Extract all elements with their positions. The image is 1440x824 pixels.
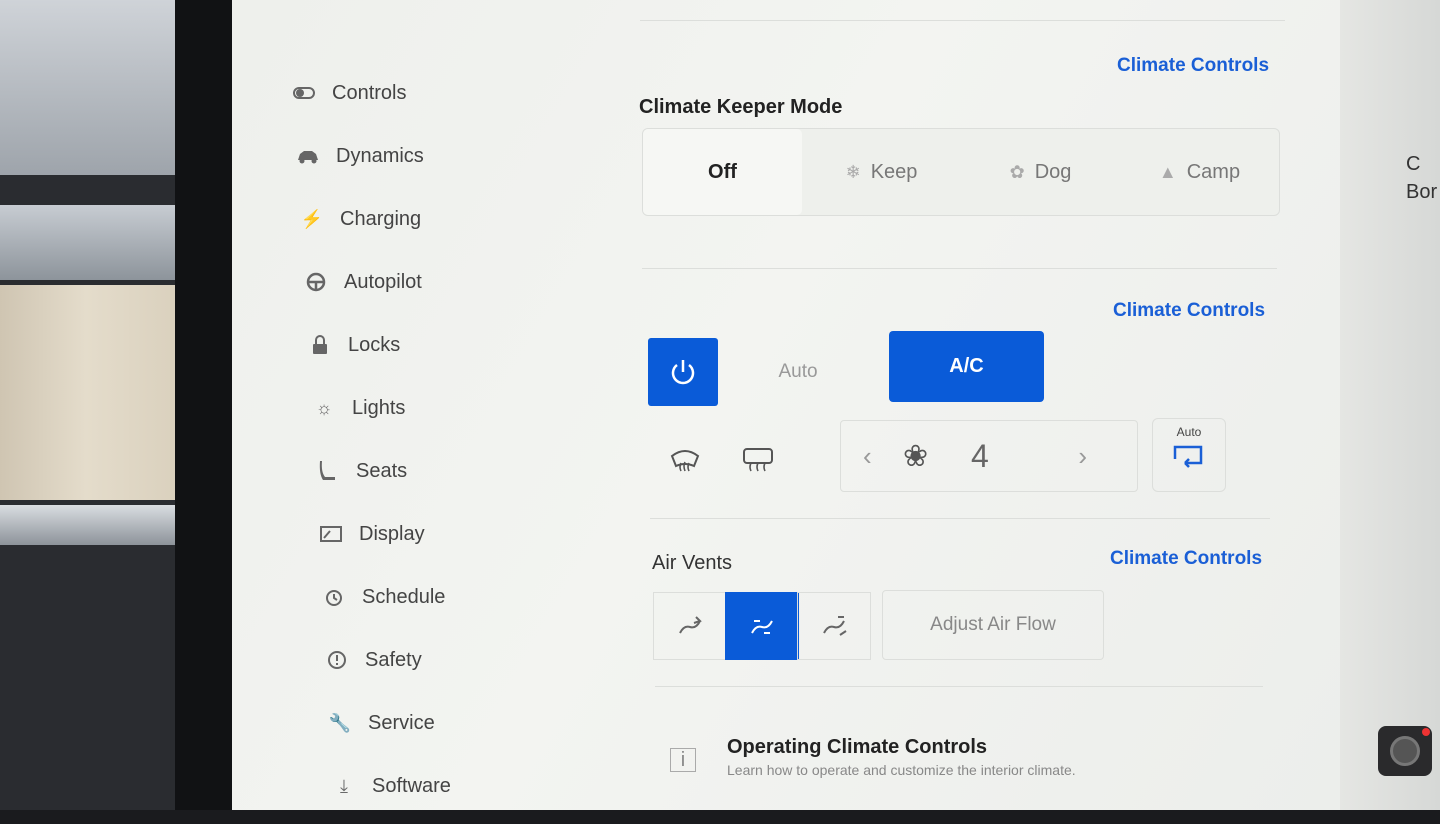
sidebar-item-label: Lights [352,396,406,419]
info-icon: i [670,748,696,772]
tent-icon: ▲ [1158,161,1177,182]
keeper-option-camp[interactable]: ▲ Camp [1120,129,1279,215]
sidebar-item-safety[interactable]: Safety [323,635,490,685]
seat-icon [314,460,342,482]
sidebar-item-seats[interactable]: Seats [314,446,490,496]
sidebar-item-label: Schedule [362,585,446,608]
sidebar-item-controls[interactable]: Controls [290,68,490,118]
option-label: Dog [1034,160,1072,183]
sidebar-item-label: Dynamics [336,144,424,167]
sidebar-item-label: Seats [356,459,408,482]
car-icon [294,148,322,164]
display-icon [317,526,345,542]
front-defrost-button[interactable] [665,440,705,480]
light-icon: ☼ [315,397,333,418]
sidebar-item-dynamics[interactable]: Dynamics [294,131,490,181]
power-icon [671,360,695,385]
help-subtitle: Learn how to operate and customize the i… [727,762,1076,778]
climate-controls-link[interactable]: Climate Controls [1110,548,1262,570]
download-icon: ⤓ [340,775,348,796]
sidebar-item-label: Display [359,522,425,545]
lock-icon [306,335,334,355]
sidebar-item-label: Charging [340,207,422,230]
help-title[interactable]: Operating Climate Controls [727,736,987,759]
sidebar-item-display[interactable]: Display [317,509,490,559]
fan-icon: ❄ [845,161,861,182]
option-label: Keep [870,160,918,183]
vent-mode-diffused-button[interactable] [797,592,871,660]
vent-mode-icon [823,616,847,636]
dashcam-button[interactable] [1378,726,1432,776]
camera-lens-icon [1390,736,1420,766]
steering-wheel-icon [302,272,330,292]
alert-icon [323,650,351,670]
edge-text-line2: Bor [1406,181,1438,203]
climate-auto-button[interactable]: Auto [728,338,868,406]
bolt-icon: ⚡ [300,208,324,229]
section-divider [640,20,1285,21]
rear-defrost-button[interactable] [738,440,778,480]
climate-keeper-mode-selector: Off ❄ Keep ✿ Dog ▲ Camp [642,128,1280,216]
sidebar-item-label: Controls [332,81,407,104]
section-divider [650,518,1270,519]
sidebar-item-software[interactable]: ⤓ Software [330,761,490,811]
fan-speed-control: ‹ ❀ 4 › [840,420,1138,492]
sidebar-item-charging[interactable]: ⚡ Charging [298,194,490,244]
recirculation-button[interactable]: Auto [1152,418,1226,492]
edge-text: C Bor [1406,150,1437,206]
settings-sidebar: Controls Dynamics ⚡ Charging Autopilot L… [290,68,490,824]
climate-controls-link[interactable]: Climate Controls [1113,300,1265,322]
front-defrost-icon [670,450,700,472]
sidebar-item-label: Locks [348,333,401,356]
ac-button[interactable]: A/C [889,331,1044,402]
fan-increase-button[interactable]: › [1078,441,1087,472]
sidebar-item-schedule[interactable]: Schedule [320,572,490,622]
section-divider [642,268,1277,269]
climate-controls-link[interactable]: Climate Controls [1117,55,1269,77]
vent-mode-icon [679,616,702,634]
option-label: Camp [1186,160,1241,183]
edge-text-line1: C [1406,153,1421,175]
toggle-icon [290,86,318,100]
adjust-air-flow-button[interactable]: Adjust Air Flow [882,590,1104,660]
vent-mode-split-button[interactable] [725,592,799,660]
sidebar-item-locks[interactable]: Locks [306,320,490,370]
sidebar-item-lights[interactable]: ☼ Lights [310,383,490,433]
sidebar-item-service[interactable]: 🔧 Service [326,698,490,748]
option-label: Off [708,160,737,183]
keeper-option-keep[interactable]: ❄ Keep [802,129,961,215]
vent-mode-icon [751,620,773,634]
fan-speed-value: 4 [971,438,989,474]
fan-decrease-button[interactable]: ‹ [863,441,872,472]
sidebar-item-label: Autopilot [344,270,422,293]
wrench-icon: 🔧 [328,712,352,733]
rear-defrost-icon [743,448,773,472]
fan-icon: ❀ [903,440,929,473]
sidebar-item-label: Software [372,774,451,797]
sidebar-item-label: Safety [365,648,422,671]
screen-bezel [175,0,235,810]
recirculation-icon [1173,445,1203,468]
vent-mode-focused-button[interactable] [653,592,727,660]
keeper-option-off[interactable]: Off [643,129,802,215]
recording-dot-icon [1422,728,1430,736]
keeper-option-dog[interactable]: ✿ Dog [961,129,1120,215]
adjacent-panel: C Bor [1340,0,1440,810]
climate-power-button[interactable] [648,338,718,406]
recirc-auto-label: Auto [1176,425,1202,439]
sidebar-item-label: Service [368,711,435,734]
section-divider [655,686,1263,687]
climate-keeper-title: Climate Keeper Mode [639,96,843,118]
air-vents-title: Air Vents [652,552,733,574]
alarm-clock-icon [320,587,348,607]
sidebar-item-autopilot[interactable]: Autopilot [302,257,490,307]
paw-icon: ✿ [1009,161,1025,182]
